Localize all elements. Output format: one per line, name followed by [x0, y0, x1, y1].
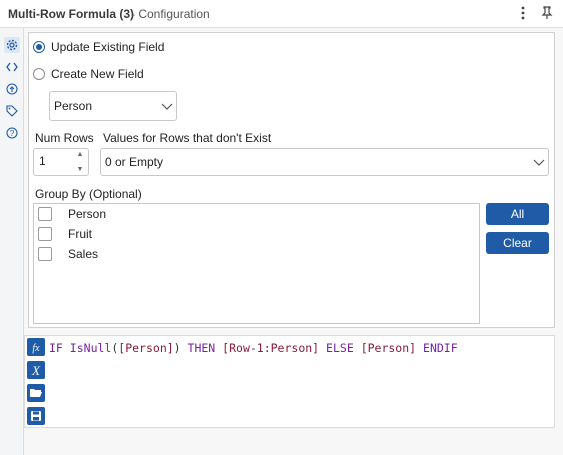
expression-editor[interactable]: fx X IF IsNull([Person]) THEN [Row-1:Per…	[24, 335, 555, 428]
list-item[interactable]: Person	[34, 204, 106, 224]
svg-text:?: ?	[10, 129, 15, 138]
create-new-radio[interactable]	[33, 68, 45, 80]
field-select[interactable]: Person	[49, 91, 177, 121]
group-by-list: Person Fruit Sales	[33, 203, 480, 324]
svg-text:fx: fx	[32, 343, 40, 354]
list-item[interactable]: Sales	[34, 244, 98, 264]
stepper-arrows[interactable]: ▲ ▼	[74, 151, 86, 173]
group-item-label: Sales	[68, 247, 99, 261]
chevron-down-icon[interactable]: ▼	[77, 166, 84, 173]
save-icon[interactable]	[27, 407, 45, 425]
side-toolbar: ?	[0, 28, 24, 455]
update-existing-option[interactable]: Update Existing Field	[33, 40, 164, 54]
code-keyword: ELSE	[326, 341, 354, 355]
title-bar: Multi-Row Formula (3) - Configuration	[0, 0, 563, 28]
nonexist-select[interactable]: 0 or Empty	[100, 148, 549, 176]
code-field: [Row-1:Person]	[222, 341, 320, 355]
window-title: Multi-Row Formula (3)	[8, 7, 134, 21]
code-field: [Person]	[118, 341, 174, 355]
group-checkbox[interactable]	[38, 227, 52, 241]
num-rows-stepper[interactable]: 1 ▲ ▼	[33, 148, 89, 176]
window-subtitle: - Configuration	[131, 7, 210, 21]
code-keyword: THEN	[187, 341, 216, 355]
code-icon[interactable]	[4, 59, 20, 75]
variable-x-icon[interactable]: X	[27, 361, 45, 379]
group-by-label: Group By (Optional)	[35, 187, 142, 201]
code-paren: )	[173, 341, 188, 355]
arrow-circle-icon[interactable]	[4, 81, 20, 97]
chevron-down-icon	[158, 103, 176, 110]
group-checkbox[interactable]	[38, 247, 52, 261]
create-new-option[interactable]: Create New Field	[33, 67, 144, 81]
field-select-value: Person	[54, 99, 93, 113]
config-section: Update Existing Field Create New Field P…	[28, 32, 555, 328]
tag-icon[interactable]	[4, 103, 20, 119]
nonexist-select-value: 0 or Empty	[105, 155, 164, 169]
num-rows-label: Num Rows	[35, 131, 94, 145]
folder-open-icon[interactable]	[27, 384, 45, 402]
create-new-label: Create New Field	[51, 67, 144, 81]
list-item[interactable]: Fruit	[34, 224, 92, 244]
svg-text:X: X	[31, 363, 41, 377]
code-keyword: ENDIF	[423, 341, 458, 355]
fx-icon[interactable]: fx	[27, 338, 45, 356]
num-rows-value: 1	[39, 154, 46, 168]
update-existing-label: Update Existing Field	[51, 40, 165, 54]
select-all-button[interactable]: All	[486, 203, 549, 225]
group-item-label: Person	[68, 207, 107, 221]
gear-icon[interactable]	[4, 37, 20, 53]
nonexist-label: Values for Rows that don't Exist	[103, 131, 272, 145]
code-function: IsNull	[69, 341, 112, 355]
expression-code[interactable]: IF IsNull([Person]) THEN [Row-1:Person] …	[49, 341, 458, 355]
group-item-label: Fruit	[68, 227, 92, 241]
chevron-up-icon[interactable]: ▲	[77, 151, 84, 158]
update-existing-radio[interactable]	[33, 41, 45, 53]
clear-button[interactable]: Clear	[486, 232, 549, 254]
code-field: [Person]	[360, 341, 417, 355]
chevron-down-icon	[530, 159, 548, 166]
group-checkbox[interactable]	[38, 207, 52, 221]
configuration-panel: Update Existing Field Create New Field P…	[24, 28, 563, 455]
help-icon[interactable]: ?	[4, 125, 20, 141]
more-options-icon[interactable]	[514, 4, 532, 22]
pin-icon[interactable]	[538, 4, 556, 22]
code-keyword: IF	[49, 341, 63, 355]
